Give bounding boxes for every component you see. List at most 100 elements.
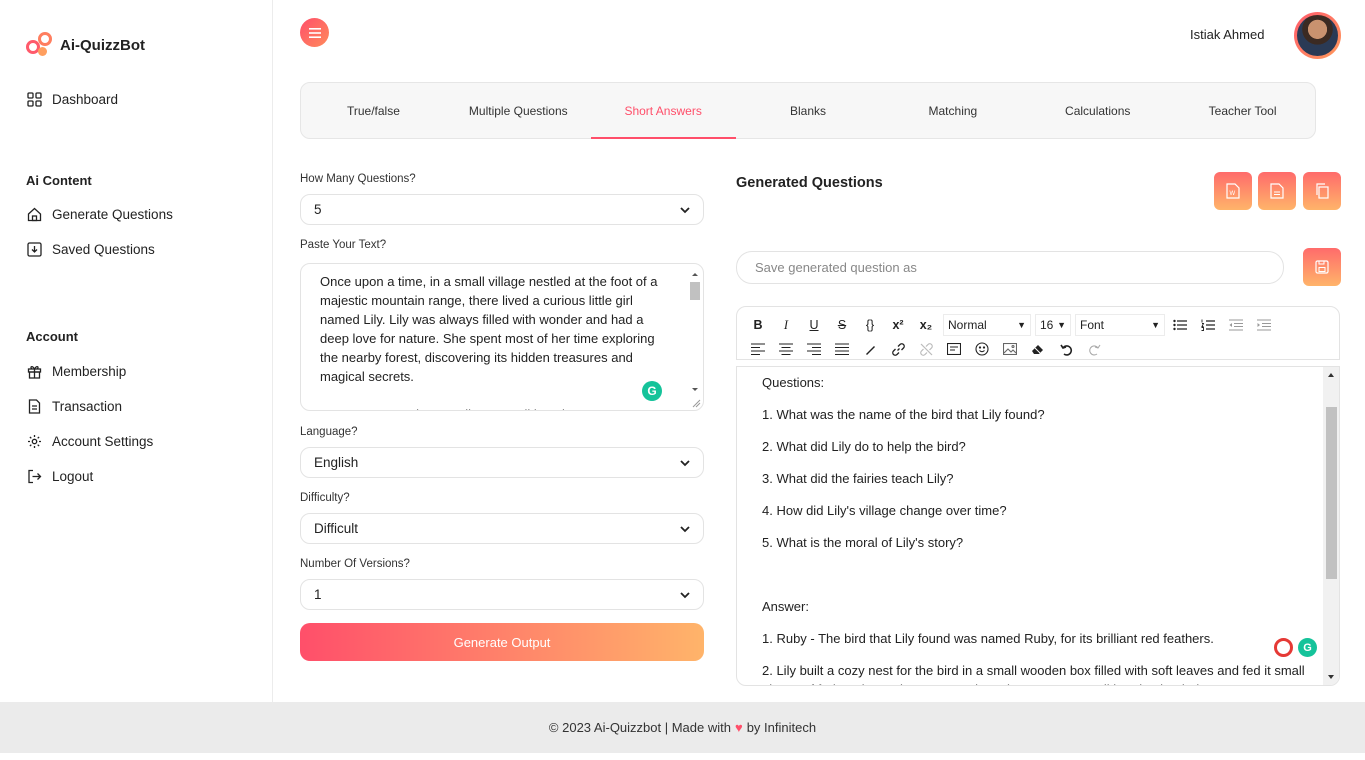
sidebar-item-transaction[interactable]: Transaction <box>26 398 122 415</box>
tab-blanks[interactable]: Blanks <box>736 83 881 138</box>
heart-icon: ♥ <box>734 720 743 735</box>
sidebar-item-account-settings[interactable]: Account Settings <box>26 433 153 450</box>
editor-paragraph: 1. What was the name of the bird that Li… <box>762 407 1045 422</box>
tab-calculations[interactable]: Calculations <box>1025 83 1170 138</box>
superscript-button[interactable]: x² <box>887 315 909 335</box>
user-name[interactable]: Istiak Ahmed <box>1190 27 1264 42</box>
caret-down-icon: ▼ <box>1151 320 1160 330</box>
unlink-icon[interactable] <box>915 339 937 359</box>
font-dropdown[interactable]: Font ▼ <box>1075 314 1165 336</box>
menu-toggle-button[interactable] <box>300 18 329 47</box>
embed-icon[interactable] <box>943 339 965 359</box>
export-text-button[interactable] <box>1258 172 1296 210</box>
generate-output-button[interactable]: Generate Output <box>300 623 704 661</box>
underline-button[interactable]: U <box>803 315 825 335</box>
editor-paragraph: Answer: <box>762 599 809 614</box>
paste-text-content: Once upon a time, in a small village nes… <box>320 274 658 410</box>
link-icon[interactable] <box>887 339 909 359</box>
versions-select[interactable]: 1 <box>300 579 704 610</box>
numbered-list-icon[interactable] <box>1197 315 1219 335</box>
paste-text-label: Paste Your Text? <box>300 239 387 251</box>
caret-down-icon: ▼ <box>1057 320 1066 330</box>
redo-icon[interactable] <box>1083 339 1105 359</box>
sidebar-item-label: Membership <box>52 364 127 379</box>
export-word-button[interactable]: W <box>1214 172 1252 210</box>
grammarly-icon[interactable]: G <box>642 381 662 401</box>
generated-content-editor[interactable]: Questions: 1. What was the name of the b… <box>736 366 1340 686</box>
avatar[interactable] <box>1294 12 1341 59</box>
bold-button[interactable]: B <box>747 315 769 335</box>
editor-scrollbar[interactable] <box>1323 367 1339 685</box>
word-file-icon: W <box>1226 183 1240 199</box>
indent-decrease-icon[interactable] <box>1225 315 1247 335</box>
select-value: English <box>314 455 359 470</box>
tab-short-answers[interactable]: Short Answers <box>590 83 736 139</box>
editor-paragraph: 5. What is the moral of Lily's story? <box>762 535 964 550</box>
download-box-icon <box>26 241 43 258</box>
scroll-up-icon <box>1328 373 1334 377</box>
proofread-icon[interactable] <box>1274 638 1293 657</box>
subscript-button[interactable]: x₂ <box>915 315 937 335</box>
italic-button[interactable]: I <box>775 315 797 335</box>
sidebar-item-label: Logout <box>52 469 94 484</box>
align-right-icon[interactable] <box>803 339 825 359</box>
sidebar-item-label: Account Settings <box>52 434 154 449</box>
sidebar-item-generate-questions[interactable]: Generate Questions <box>26 206 173 223</box>
tab-true-false[interactable]: True/false <box>301 83 446 138</box>
scroll-down-icon <box>1328 675 1334 679</box>
scroll-up-icon <box>692 273 698 276</box>
chevron-down-icon <box>680 459 690 466</box>
image-icon[interactable] <box>999 339 1021 359</box>
tab-multiple-questions[interactable]: Multiple Questions <box>446 83 591 138</box>
save-button[interactable] <box>1303 248 1341 286</box>
eraser-icon[interactable] <box>1027 339 1049 359</box>
paste-text-area[interactable]: Once upon a time, in a small village nes… <box>300 263 704 411</box>
textarea-scrollbar[interactable] <box>689 270 701 408</box>
sidebar-item-membership[interactable]: Membership <box>26 363 126 380</box>
grammarly-icon[interactable]: G <box>1298 638 1317 657</box>
bullet-list-icon[interactable] <box>1169 315 1191 335</box>
pen-icon[interactable] <box>859 339 881 359</box>
emoji-icon[interactable] <box>971 339 993 359</box>
brand[interactable]: Ai-QuizzBot <box>26 30 145 60</box>
size-dropdown[interactable]: 16 ▼ <box>1035 314 1071 336</box>
font-value: Font <box>1080 318 1105 332</box>
editor-toolbar: B I U S {} x² x₂ Normal ▼ 16 ▼ Font ▼ <box>736 306 1340 360</box>
sidebar-item-saved-questions[interactable]: Saved Questions <box>26 241 155 258</box>
resize-handle-icon[interactable] <box>691 398 701 408</box>
chevron-down-icon <box>680 525 690 532</box>
how-many-select[interactable]: 5 <box>300 194 704 225</box>
section-heading-ai-content: Ai Content <box>26 173 92 188</box>
editor-paragraph: 3. What did the fairies teach Lily? <box>762 471 954 486</box>
language-label: Language? <box>300 426 358 438</box>
size-value: 16 <box>1040 318 1054 332</box>
save-name-input[interactable]: Save generated question as <box>736 251 1284 284</box>
logo-icon <box>26 30 56 60</box>
editor-paragraph: 2. Lily built a cozy nest for the bird i… <box>762 663 1305 685</box>
code-button[interactable]: {} <box>859 315 881 335</box>
generated-questions-title: Generated Questions <box>736 175 883 191</box>
copy-icon <box>1316 183 1329 199</box>
footer-credit: by Infinitech <box>746 720 817 735</box>
format-value: Normal <box>948 318 987 332</box>
svg-text:W: W <box>1230 191 1236 197</box>
format-dropdown[interactable]: Normal ▼ <box>943 314 1031 336</box>
align-left-icon[interactable] <box>747 339 769 359</box>
sidebar-item-logout[interactable]: Logout <box>26 468 93 485</box>
tab-teacher-tool[interactable]: Teacher Tool <box>1170 83 1315 138</box>
section-heading-account: Account <box>26 329 78 344</box>
align-center-icon[interactable] <box>775 339 797 359</box>
indent-increase-icon[interactable] <box>1253 315 1275 335</box>
strikethrough-button[interactable]: S <box>831 315 853 335</box>
language-select[interactable]: English <box>300 447 704 478</box>
difficulty-select[interactable]: Difficult <box>300 513 704 544</box>
undo-icon[interactable] <box>1055 339 1077 359</box>
tab-matching[interactable]: Matching <box>880 83 1025 138</box>
sidebar-item-dashboard[interactable]: Dashboard <box>26 91 118 108</box>
sidebar-item-label: Dashboard <box>52 92 119 107</box>
align-justify-icon[interactable] <box>831 339 853 359</box>
text-file-icon <box>1270 183 1284 199</box>
copy-button[interactable] <box>1303 172 1341 210</box>
floppy-disk-icon <box>1315 260 1329 274</box>
chevron-down-icon <box>680 206 690 213</box>
